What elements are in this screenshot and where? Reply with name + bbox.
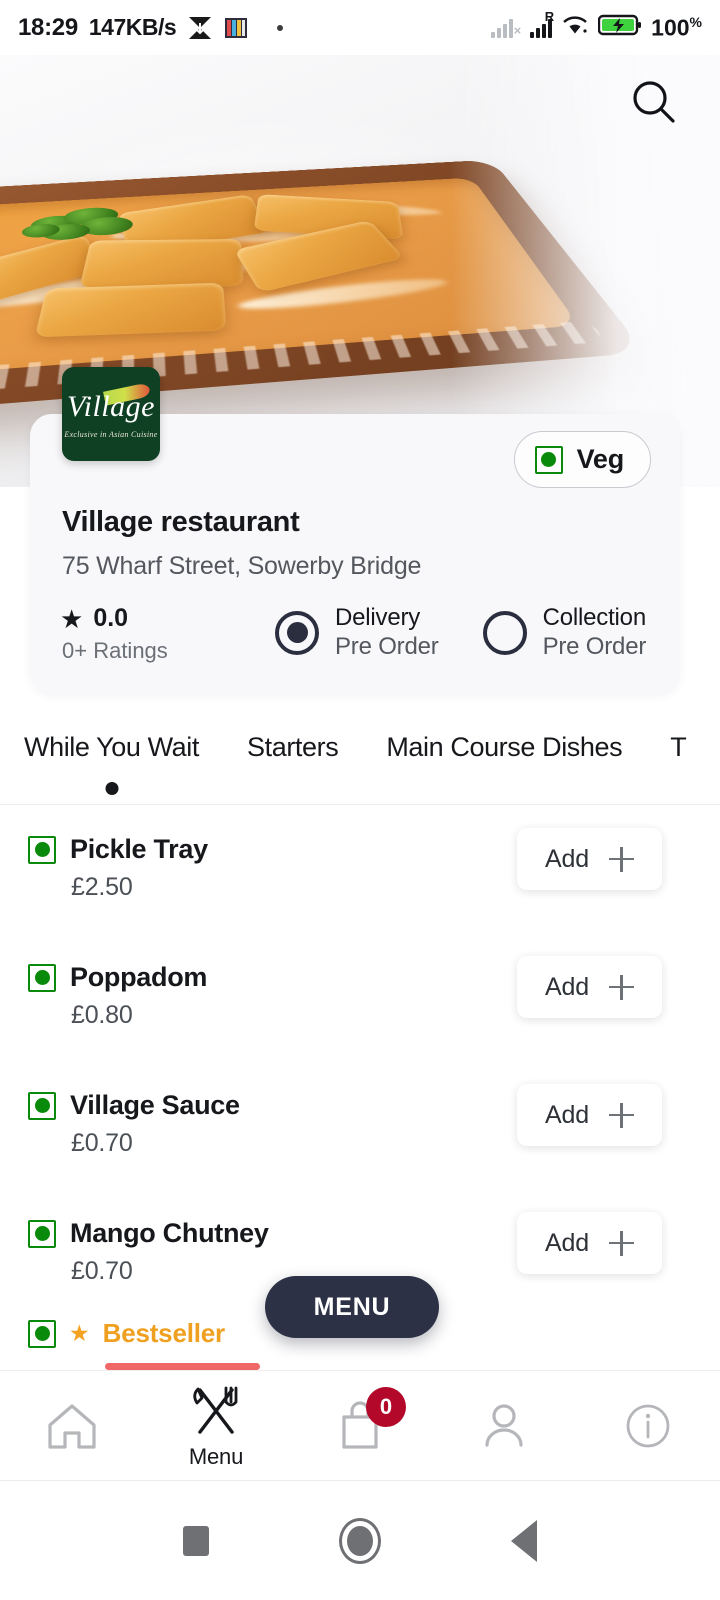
status-time: 18:29 <box>18 13 78 41</box>
veg-mark-icon <box>28 1319 56 1348</box>
tab-label: Starters <box>247 732 339 762</box>
restaurant-logo: Village Exclusive in Asian Cuisine <box>62 367 160 461</box>
bottom-navigation-bar[interactable]: Menu 0 <box>0 1370 720 1480</box>
app-screen: 18:29 147KB/s × R 100% Village Exclusive… <box>0 0 720 1600</box>
signal-icon: R <box>530 9 554 38</box>
logo-name: Village <box>67 389 155 423</box>
nav-menu-label: Menu <box>188 1443 244 1469</box>
info-icon <box>626 1404 670 1447</box>
restaurant-meta-row: ★ 0.0 0+ Ratings Delivery Pre Order Coll… <box>60 604 664 664</box>
status-bar-left: 18:29 147KB/s <box>18 13 284 42</box>
logo-tagline: Exclusive in Asian Cuisine <box>64 429 158 439</box>
bestseller-star-icon: ★ <box>69 1320 90 1346</box>
plus-icon <box>608 1102 634 1128</box>
add-button-label: Add <box>545 1100 589 1129</box>
battery-charging-icon <box>597 13 642 42</box>
order-option-collection[interactable]: Collection Pre Order <box>482 604 647 661</box>
rating-value: 0.0 <box>93 604 129 632</box>
menu-floating-button[interactable]: MENU <box>265 1276 439 1338</box>
tab-starters[interactable]: Starters <box>223 732 362 763</box>
scroll-indicator[interactable] <box>105 1363 260 1370</box>
list-item[interactable]: Pickle Tray £2.50 Add <box>0 806 720 934</box>
back-triangle-icon[interactable] <box>511 1519 537 1562</box>
add-button[interactable]: Add <box>517 828 662 890</box>
nav-item-info[interactable] <box>576 1371 720 1481</box>
item-name: Mango Chutney <box>70 1218 269 1248</box>
nav-item-home[interactable] <box>0 1371 144 1481</box>
add-button-label: Add <box>545 844 589 873</box>
cart-count-badge: 0 <box>366 1386 406 1427</box>
nav-item-menu[interactable]: Menu <box>144 1371 288 1481</box>
restaurant-info-card: Village Exclusive in Asian Cuisine Veg V… <box>30 367 680 694</box>
add-button-label: Add <box>545 972 589 1001</box>
home-icon <box>48 1403 96 1449</box>
status-bar: 18:29 147KB/s × R 100% <box>0 0 720 55</box>
add-button[interactable]: Add <box>517 1084 662 1146</box>
cutlery-icon <box>193 1386 238 1434</box>
notification-dot-icon <box>277 24 284 31</box>
colorful-app-icon <box>224 16 248 40</box>
veg-filter-badge[interactable]: Veg <box>513 431 651 488</box>
list-item[interactable]: Poppadom £0.80 Add <box>0 934 720 1062</box>
veg-mark-icon <box>28 1091 56 1120</box>
item-name: Village Sauce <box>70 1090 240 1120</box>
roaming-indicator: R <box>544 8 555 24</box>
plus-icon <box>608 1230 634 1256</box>
recents-square-icon[interactable] <box>183 1525 209 1556</box>
tab-label: Main Course Dishes <box>386 732 623 762</box>
radio-delivery-icon[interactable] <box>275 610 319 655</box>
collection-label: Collection <box>542 604 647 631</box>
tab-label: T <box>670 732 687 762</box>
add-button[interactable]: Add <box>517 1212 662 1274</box>
status-network-speed: 147KB/s <box>88 14 177 40</box>
item-name: Poppadom <box>70 962 208 992</box>
search-icon[interactable] <box>624 72 684 132</box>
signal-weak-icon: × <box>490 18 521 38</box>
category-tab-bar[interactable]: While You Wait Starters Main Course Dish… <box>0 700 720 805</box>
list-item[interactable]: Village Sauce £0.70 Add <box>0 1062 720 1190</box>
tab-label: While You Wait <box>24 732 199 762</box>
nav-item-profile[interactable] <box>432 1371 576 1481</box>
android-navigation-bar[interactable] <box>0 1480 720 1600</box>
add-button[interactable]: Add <box>517 956 662 1018</box>
person-icon <box>485 1403 523 1447</box>
restaurant-address: 75 Wharf Street, Sowerby Bridge <box>62 552 422 580</box>
veg-mark-icon <box>28 835 56 864</box>
tab-active-indicator <box>105 782 118 795</box>
radio-collection-icon[interactable] <box>482 610 527 655</box>
tab-while-you-wait[interactable]: While You Wait <box>0 732 223 795</box>
download-arrow-icon <box>187 15 213 41</box>
wifi-icon <box>561 14 589 41</box>
item-name: Pickle Tray <box>70 834 208 864</box>
battery-percent: 100% <box>651 13 702 41</box>
home-circle-icon[interactable] <box>339 1517 381 1564</box>
tab-partial-next[interactable]: T <box>646 732 710 763</box>
add-button-label: Add <box>545 1228 589 1257</box>
veg-mark-icon <box>28 963 56 992</box>
rating-count: 0+ Ratings <box>62 638 168 663</box>
collection-sublabel: Pre Order <box>542 633 647 660</box>
rating-block: ★ 0.0 0+ Ratings <box>60 604 275 664</box>
veg-mark-icon <box>534 445 563 474</box>
status-bar-right: × R 100% <box>490 9 702 42</box>
star-icon: ★ <box>60 603 84 634</box>
tab-main-course-dishes[interactable]: Main Course Dishes <box>362 732 646 763</box>
veg-mark-icon <box>28 1219 56 1248</box>
bestseller-label: Bestseller <box>102 1318 226 1348</box>
plus-icon <box>608 974 634 1000</box>
veg-badge-label: Veg <box>576 444 625 474</box>
nav-item-bag[interactable]: 0 <box>288 1371 432 1481</box>
plus-icon <box>608 846 634 872</box>
delivery-label: Delivery <box>335 604 421 631</box>
menu-fab-label: MENU <box>313 1292 391 1321</box>
delivery-sublabel: Pre Order <box>335 633 439 660</box>
order-option-delivery[interactable]: Delivery Pre Order <box>275 604 439 661</box>
restaurant-name: Village restaurant <box>62 506 300 538</box>
